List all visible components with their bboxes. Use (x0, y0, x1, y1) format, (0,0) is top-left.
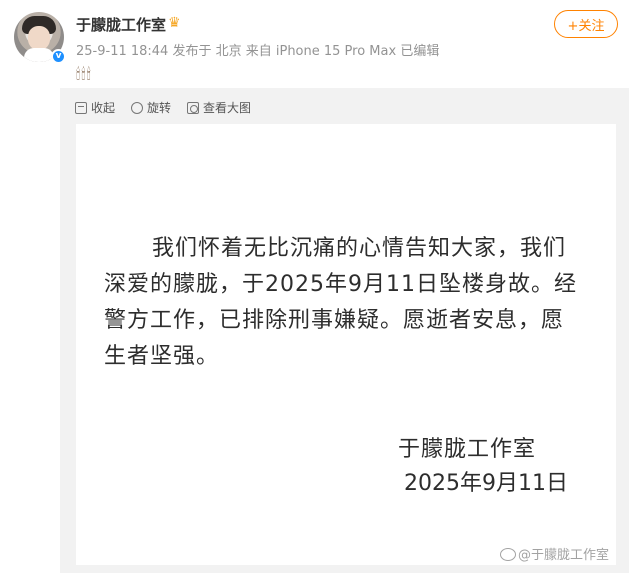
follow-button[interactable]: +关注 (554, 10, 618, 38)
crown-icon: ♛ (168, 15, 181, 31)
rotate-icon (131, 101, 144, 114)
follow-label: +关注 (567, 18, 605, 34)
notice-body: 我们怀着无比沉痛的心情告知大家，我们深爱的朦胧，于2025年9月11日坠楼身故。… (104, 236, 577, 369)
view-large-icon (187, 101, 200, 114)
candle-emojis: 🕯🕯🕯 (76, 65, 92, 83)
weibo-watermark: @于朦胧工作室 (500, 544, 609, 563)
avatar-face (28, 26, 50, 50)
view-large-button[interactable]: 查看大图 (187, 99, 251, 116)
notice-date: 2025年9月11日 (404, 471, 568, 496)
avatar-shirt (24, 48, 54, 62)
post-meta: 25-9-11 18:44 发布于 北京 来自 iPhone 15 Pro Ma… (76, 44, 440, 59)
collapse-icon (75, 101, 87, 114)
author-name[interactable]: 于朦胧工作室 (76, 14, 166, 35)
rotate-label: 旋转 (147, 101, 172, 115)
rotate-button[interactable]: 旋转 (131, 99, 171, 116)
collapse-label: 收起 (91, 101, 116, 115)
notice-signature: 于朦胧工作室 (398, 437, 537, 462)
collapse-button[interactable]: 收起 (75, 99, 115, 116)
image-toolbar: 收起 旋转 查看大图 (75, 99, 251, 116)
watermark-text: @于朦胧工作室 (518, 548, 610, 563)
weibo-logo-icon (500, 548, 516, 561)
view-large-label: 查看大图 (203, 101, 252, 115)
verified-badge-icon: v (51, 49, 66, 64)
